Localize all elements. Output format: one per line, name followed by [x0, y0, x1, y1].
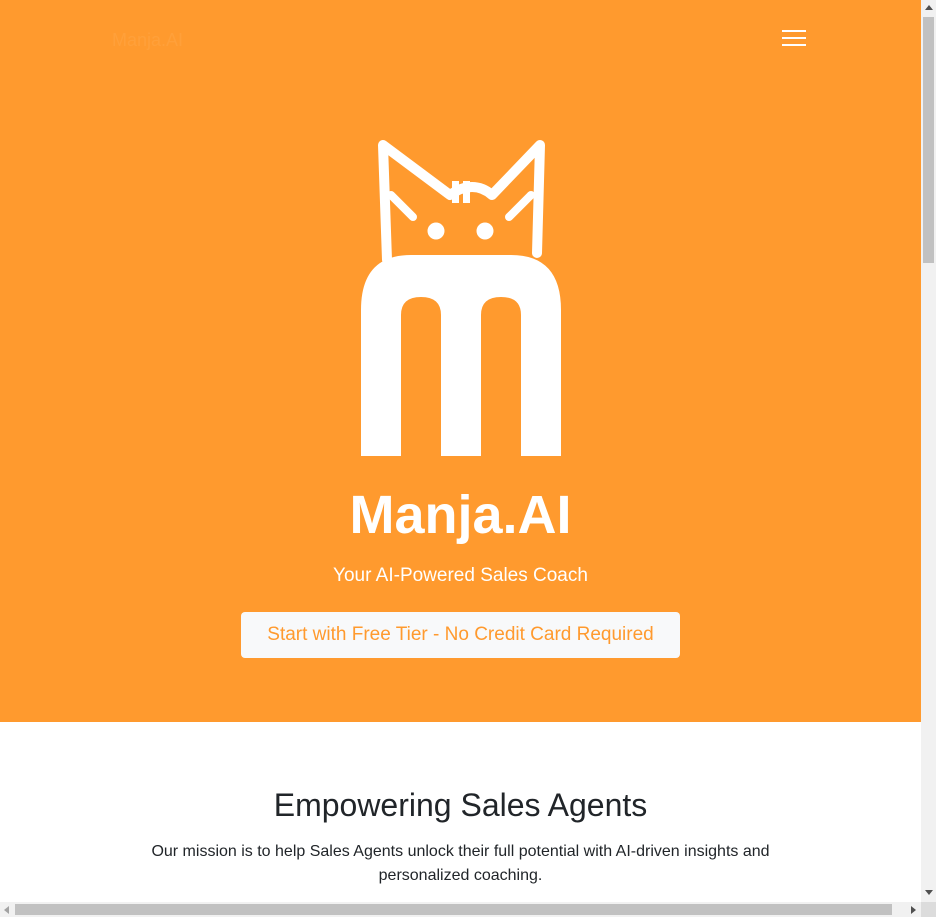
- scroll-down-arrow-icon[interactable]: [925, 890, 933, 895]
- page-viewport: Manja.AI Manja.AI Your AI-Powered Sales …: [0, 0, 921, 902]
- hero-section: Manja.AI Manja.AI Your AI-Powered Sales …: [0, 0, 921, 722]
- hero-title: Manja.AI: [349, 485, 572, 545]
- navbar-brand-link[interactable]: Manja.AI: [112, 30, 183, 51]
- navbar-menu-toggle-button[interactable]: [772, 20, 816, 56]
- vertical-scrollbar[interactable]: [921, 0, 936, 902]
- vertical-scrollbar-thumb[interactable]: [923, 17, 934, 263]
- horizontal-scrollbar[interactable]: [0, 902, 921, 917]
- mission-text: Our mission is to help Sales Agents unlo…: [151, 843, 770, 884]
- scroll-left-arrow-icon[interactable]: [4, 906, 9, 914]
- scroll-right-arrow-icon[interactable]: [911, 906, 916, 914]
- hero-subtitle: Your AI-Powered Sales Coach: [333, 565, 588, 586]
- manja-cat-logo-icon: [361, 140, 561, 456]
- horizontal-scrollbar-thumb[interactable]: [15, 904, 892, 915]
- scrollbar-corner: [921, 902, 936, 917]
- scroll-up-arrow-icon[interactable]: [925, 5, 933, 10]
- start-free-tier-button[interactable]: Start with Free Tier - No Credit Card Re…: [241, 612, 680, 658]
- mission-title: Empowering Sales Agents: [273, 787, 648, 823]
